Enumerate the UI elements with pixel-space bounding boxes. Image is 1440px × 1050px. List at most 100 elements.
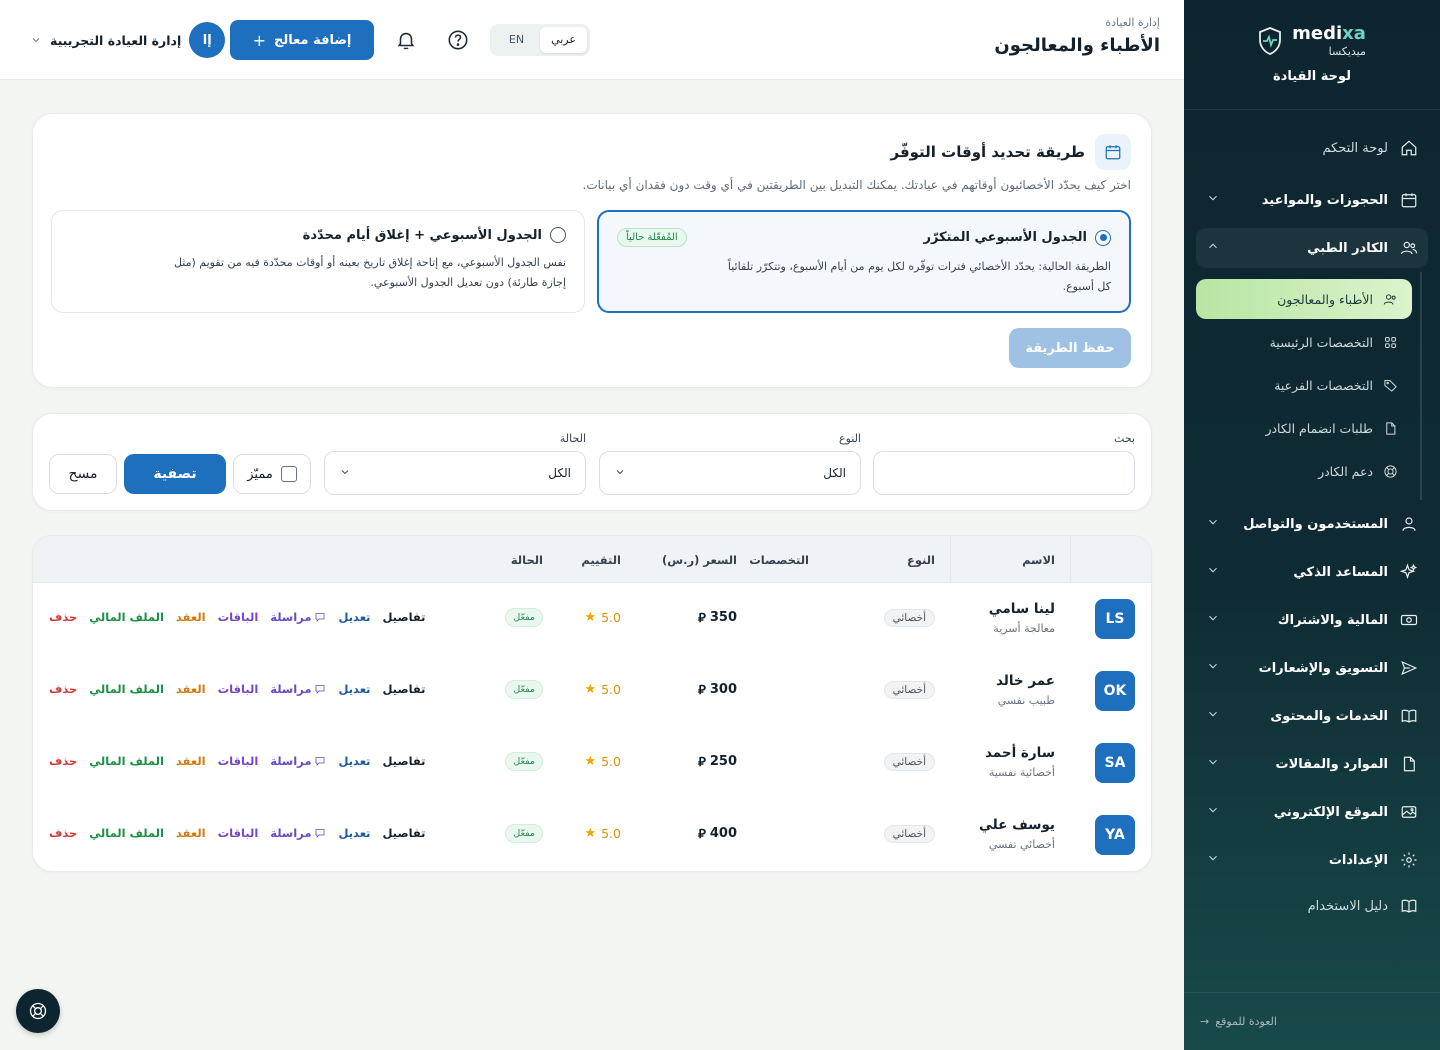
sidebar-item-resources[interactable]: الموارد والمقالات — [1196, 740, 1428, 788]
radio-unselected[interactable] — [550, 227, 566, 243]
contract-link[interactable]: العقد — [176, 826, 206, 840]
chat-icon — [316, 757, 325, 766]
contract-link[interactable]: العقد — [176, 610, 206, 624]
edit-link[interactable]: تعديل — [338, 610, 370, 624]
notifications-button[interactable] — [394, 28, 418, 52]
table-row: LS لينا سامي معالجة أسرية أخصائي 350 ⃁ 5… — [33, 583, 1151, 655]
price-cell: 250 ⃁ — [698, 753, 737, 770]
therapist-name[interactable]: سارة أحمد — [985, 745, 1055, 761]
message-link[interactable]: مراسلة — [270, 610, 326, 624]
sidebar-item-ai-assistant[interactable]: المساعد الذكي — [1196, 548, 1428, 596]
type-badge: أخصائي — [883, 825, 935, 843]
finance-file-link[interactable]: الملف المالي — [89, 610, 164, 624]
details-link[interactable]: تفاصيل — [383, 610, 426, 624]
save-method-button[interactable]: حفظ الطريقة — [1009, 328, 1131, 368]
back-label: العودة للموقع — [1215, 1015, 1277, 1028]
message-link[interactable]: مراسلة — [270, 682, 326, 696]
sidebar-subitem-doctors[interactable]: الأطباء والمعالجون — [1196, 279, 1412, 319]
sidebar-item-services[interactable]: الخدمات والمحتوى — [1196, 692, 1428, 740]
arrow-right-icon: → — [1200, 1015, 1210, 1028]
option-weekly-with-closures[interactable]: الجدول الأسبوعي + إغلاق أيام محدّدة نفس … — [51, 210, 585, 313]
radio-selected[interactable] — [1095, 229, 1111, 246]
packages-link[interactable]: الباقات — [218, 754, 259, 768]
therapist-name[interactable]: عمر خالد — [996, 673, 1055, 689]
lifebuoy-icon — [1383, 464, 1398, 479]
lang-ar-option[interactable]: عربي — [540, 27, 587, 53]
status-selected-value: الكل — [548, 466, 571, 480]
language-toggle[interactable]: EN عربي — [490, 24, 590, 56]
chevron-down-icon — [1206, 851, 1220, 869]
delete-link[interactable]: حذف — [49, 826, 77, 840]
filter-button[interactable]: تصفية — [124, 454, 226, 494]
add-therapist-button[interactable]: إضافة معالج + — [230, 20, 374, 60]
option-weekly-recurring[interactable]: الجدول الأسبوعي المتكرّر المُفعّلة حاليا… — [597, 210, 1131, 313]
brand: medixa ميديكسا لوحة القيادة — [1184, 0, 1440, 110]
gear-icon — [1400, 851, 1418, 869]
featured-checkbox[interactable]: مميّز — [233, 454, 311, 494]
sidebar-item-marketing[interactable]: التسويق والإشعارات — [1196, 644, 1428, 692]
clear-button[interactable]: مسح — [49, 454, 117, 494]
brand-logo-row[interactable]: medixa ميديكسا — [1258, 25, 1366, 57]
breadcrumb[interactable]: إدارة العيادة — [994, 16, 1160, 29]
search-input[interactable] — [873, 451, 1135, 495]
user-menu[interactable]: إدارة العيادة التجريبية إا — [30, 22, 226, 58]
price-cell: 350 ⃁ — [698, 609, 737, 626]
sidebar-item-settings[interactable]: الإعدادات — [1196, 836, 1428, 884]
checkbox-box[interactable] — [280, 466, 297, 482]
support-widget-button[interactable] — [16, 989, 60, 1033]
sidebar-subitem-sub-specialties[interactable]: التخصصات الفرعية — [1196, 365, 1412, 405]
sidebar-item-bookings[interactable]: الحجوزات والمواعيد — [1196, 176, 1428, 224]
sidebar-item-label: المستخدمون والتواصل — [1243, 516, 1388, 532]
contract-link[interactable]: العقد — [176, 682, 206, 696]
help-button[interactable] — [446, 28, 470, 52]
packages-link[interactable]: الباقات — [218, 610, 259, 624]
details-link[interactable]: تفاصيل — [383, 682, 426, 696]
sidebar-subitem-join-requests[interactable]: طلبات انضمام الكادر — [1196, 408, 1412, 448]
sidebar-item-label: الموقع الإلكتروني — [1273, 804, 1388, 820]
message-link[interactable]: مراسلة — [270, 826, 326, 840]
message-label: مراسلة — [270, 682, 312, 696]
star-icon: ★ — [584, 826, 597, 841]
sidebar-item-website[interactable]: الموقع الإلكتروني — [1196, 788, 1428, 836]
home-icon — [1400, 139, 1418, 157]
header-specialties: التخصصات — [749, 553, 809, 567]
chat-icon — [316, 685, 325, 694]
details-link[interactable]: تفاصيل — [383, 826, 426, 840]
sidebar-subitem-staff-support[interactable]: دعم الكادر — [1196, 451, 1412, 491]
therapist-name[interactable]: لينا سامي — [989, 601, 1055, 617]
finance-file-link[interactable]: الملف المالي — [89, 754, 164, 768]
message-link[interactable]: مراسلة — [270, 754, 326, 768]
details-link[interactable]: تفاصيل — [383, 754, 426, 768]
sidebar-item-dashboard[interactable]: لوحة التحكم — [1196, 120, 1428, 176]
delete-link[interactable]: حذف — [49, 610, 77, 624]
back-to-site-link[interactable]: العودة للموقع → — [1184, 992, 1440, 1050]
lang-en-option[interactable]: EN — [493, 27, 540, 53]
tag-icon — [1383, 378, 1398, 393]
therapist-name[interactable]: يوسف علي — [979, 817, 1055, 833]
sidebar-item-finance[interactable]: المالية والاشتراك — [1196, 596, 1428, 644]
option-text-line: كل أسبوع. — [1062, 280, 1111, 293]
therapist-role: معالجة أسرية — [993, 622, 1055, 635]
sidebar-subnav: الأطباء والمعالجون التخصصات الرئيسية الت… — [1196, 272, 1422, 500]
chevron-down-icon — [1206, 755, 1220, 773]
edit-link[interactable]: تعديل — [338, 682, 370, 696]
contract-link[interactable]: العقد — [176, 754, 206, 768]
delete-link[interactable]: حذف — [49, 682, 77, 696]
sidebar-item-users[interactable]: المستخدمون والتواصل — [1196, 500, 1428, 548]
sidebar-subitem-main-specialties[interactable]: التخصصات الرئيسية — [1196, 322, 1412, 362]
packages-link[interactable]: الباقات — [218, 682, 259, 696]
status-select[interactable]: الكل — [324, 451, 586, 495]
sidebar-item-guide[interactable]: دليل الاستخدام — [1196, 884, 1428, 928]
brand-subtitle: لوحة القيادة — [1272, 69, 1352, 84]
sidebar-item-medical-staff[interactable]: الكادر الطبي — [1196, 228, 1428, 268]
message-label: مراسلة — [270, 826, 312, 840]
edit-link[interactable]: تعديل — [338, 826, 370, 840]
delete-link[interactable]: حذف — [49, 754, 77, 768]
packages-link[interactable]: الباقات — [218, 826, 259, 840]
finance-file-link[interactable]: الملف المالي — [89, 826, 164, 840]
calendar-icon — [1400, 191, 1418, 209]
edit-link[interactable]: تعديل — [338, 754, 370, 768]
option-description: نفس الجدول الأسبوعي، مع إتاحة إغلاق تاري… — [70, 253, 566, 293]
finance-file-link[interactable]: الملف المالي — [89, 682, 164, 696]
type-select[interactable]: الكل — [599, 451, 861, 495]
